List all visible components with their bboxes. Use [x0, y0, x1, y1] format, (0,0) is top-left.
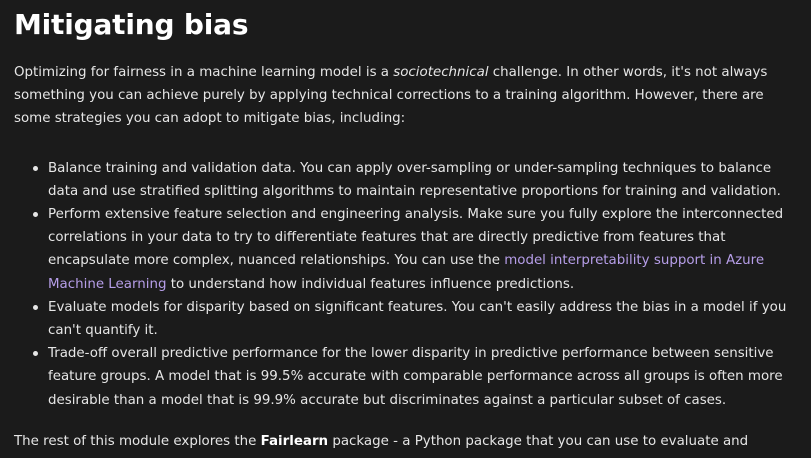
list-item-feature-selection: Perform extensive feature selection and … — [14, 203, 799, 296]
strategies-list: Balance training and validation data. Yo… — [14, 157, 799, 412]
outro-text-start: The rest of this module explores the — [14, 433, 261, 449]
intro-text-start: Optimizing for fairness in a machine lea… — [14, 65, 394, 80]
bullet-icon — [33, 212, 38, 218]
page-title: Mitigating bias — [14, 8, 249, 41]
list-item-text: Trade-off overall predictive performance… — [48, 346, 783, 408]
list-item-text-end: to understand how individual features in… — [166, 276, 575, 292]
fairlearn-term: Fairlearn — [260, 433, 329, 449]
list-item-balance-data: Balance training and validation data. Yo… — [14, 157, 799, 203]
outro-paragraph: The rest of this module explores the Fai… — [14, 430, 799, 458]
bullet-icon — [33, 165, 38, 171]
article: Mitigating bias Optimizing for fairness … — [0, 0, 811, 458]
intro-emphasis: sociotechnical — [393, 65, 489, 80]
list-item-trade-off: Trade-off overall predictive performance… — [14, 342, 799, 412]
list-item-evaluate-disparity: Evaluate models for disparity based on s… — [14, 296, 799, 342]
bullet-icon — [33, 351, 38, 357]
list-item-text: Balance training and validation data. Yo… — [48, 160, 781, 199]
list-item-text: Evaluate models for disparity based on s… — [48, 299, 787, 339]
intro-paragraph: Optimizing for fairness in a machine lea… — [14, 61, 799, 131]
bullet-icon — [33, 304, 38, 310]
